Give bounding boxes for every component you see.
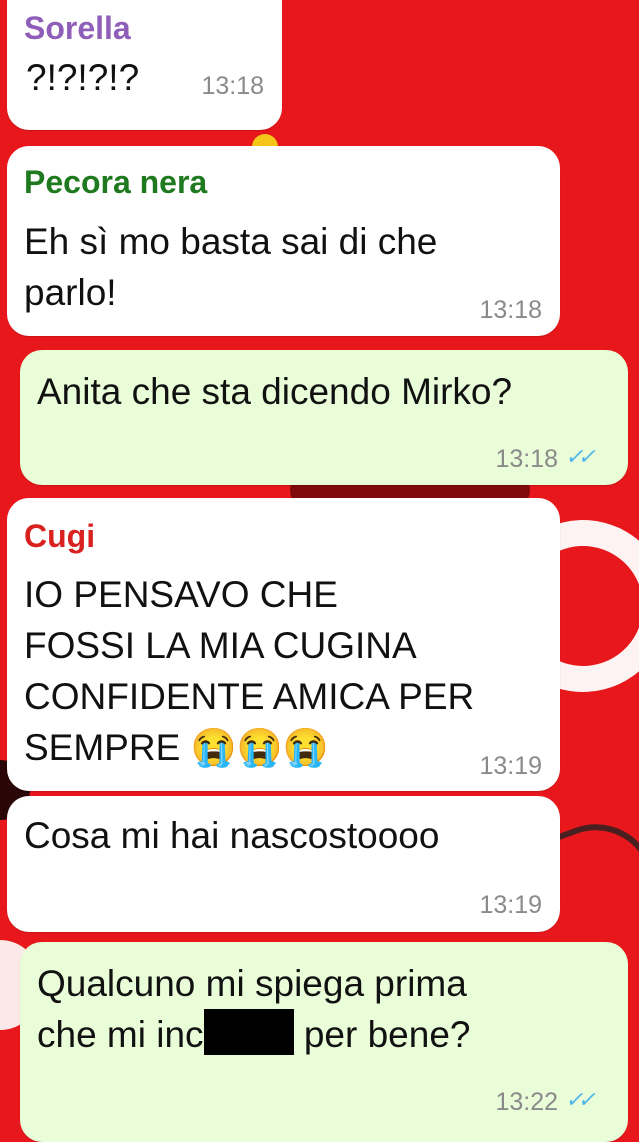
message-time: 13:19 bbox=[479, 752, 542, 780]
sender-name: Cugi bbox=[24, 518, 96, 554]
message-text-after: per bene? bbox=[303, 1014, 471, 1055]
message-text: Eh sì mo basta sai di che parlo! bbox=[24, 221, 438, 313]
censor-bar bbox=[203, 1009, 294, 1055]
sender-name: Pecora nera bbox=[24, 164, 208, 200]
message-bubble-incoming[interactable]: Sorella ?!?!?!? 13:18 bbox=[7, 0, 282, 130]
message-bubble-incoming[interactable]: Cugi IO PENSAVO CHE FOSSI LA MIA CUGINA … bbox=[7, 498, 560, 791]
message-time: 13:22 bbox=[495, 1088, 558, 1116]
message-time: 13:18 bbox=[201, 72, 264, 100]
message-bubble-incoming[interactable]: Cosa mi hai nascostoooo 13:19 bbox=[7, 796, 560, 932]
double-check-icon: ✓✓ bbox=[565, 1087, 596, 1112]
message-text: Anita che sta dicendo Mirko? bbox=[37, 371, 513, 412]
message-bubble-outgoing[interactable]: Anita che sta dicendo Mirko? 13:18 ✓✓ bbox=[20, 350, 628, 485]
message-text: Cosa mi hai nascostoooo bbox=[24, 815, 440, 856]
message-text: Qualcuno mi spiega prima che mi inc per … bbox=[37, 958, 471, 1060]
sender-name: Sorella bbox=[24, 10, 131, 46]
message-bubble-outgoing[interactable]: Qualcuno mi spiega prima che mi inc per … bbox=[20, 942, 628, 1142]
message-text: IO PENSAVO CHE FOSSI LA MIA CUGINA CONFI… bbox=[24, 574, 475, 768]
message-time: 13:18 bbox=[495, 445, 558, 473]
double-check-icon: ✓✓ bbox=[565, 444, 596, 469]
message-time: 13:18 bbox=[479, 296, 542, 324]
message-time: 13:19 bbox=[479, 891, 542, 919]
message-bubble-incoming[interactable]: Pecora nera Eh sì mo basta sai di che pa… bbox=[7, 146, 560, 336]
message-text: ?!?!?!? bbox=[26, 57, 140, 98]
